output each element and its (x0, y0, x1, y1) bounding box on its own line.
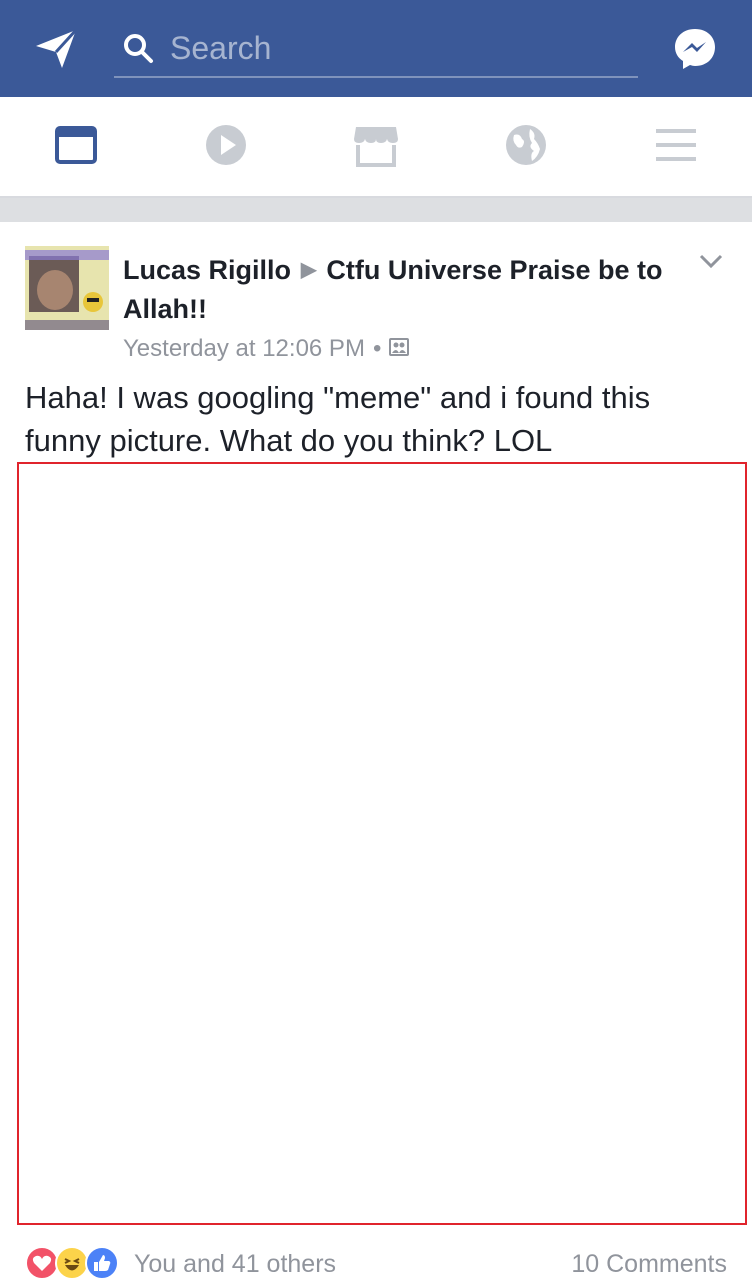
feed-divider (0, 198, 752, 222)
love-reaction-icon (25, 1246, 59, 1280)
feed-post: Lucas Rigillo ▶ Ctfu Universe Praise be to… (0, 222, 752, 1285)
send-icon[interactable] (32, 24, 80, 72)
tab-news-feed[interactable] (52, 123, 100, 171)
globe-notifications-icon (504, 123, 548, 172)
reaction-icons[interactable] (25, 1244, 119, 1282)
marketplace-icon (352, 123, 400, 172)
author-name[interactable]: Lucas Rigillo (123, 255, 291, 285)
video-play-icon (204, 123, 248, 172)
haha-reaction-icon (55, 1246, 89, 1280)
search-bar[interactable] (114, 24, 638, 78)
chevron-down-icon[interactable] (694, 244, 728, 278)
post-timestamp[interactable]: Yesterday at 12:06 PM (123, 335, 365, 363)
tab-menu[interactable] (652, 123, 700, 171)
avatar[interactable] (25, 246, 109, 330)
reactions-summary[interactable]: You and 41 others (134, 1250, 336, 1279)
post-meta: Yesterday at 12:06 PM • (123, 335, 683, 363)
tab-video[interactable] (202, 123, 250, 171)
tab-bar (0, 97, 752, 198)
messenger-icon[interactable] (672, 26, 718, 72)
news-feed-icon (54, 125, 98, 170)
menu-icon (654, 127, 698, 168)
comments-count[interactable]: 10 Comments (571, 1250, 727, 1279)
arrow-right-icon: ▶ (301, 259, 317, 281)
like-reaction-icon (85, 1246, 119, 1280)
top-bar (0, 0, 752, 97)
search-input[interactable] (170, 26, 610, 70)
group-privacy-icon (389, 335, 410, 363)
meta-separator: • (372, 335, 382, 362)
post-header: Lucas Rigillo ▶ Ctfu Universe Praise be to… (123, 252, 683, 363)
post-image[interactable] (17, 462, 747, 1225)
post-footer: You and 41 others 10 Comments (0, 1244, 752, 1285)
tab-notifications[interactable] (502, 123, 550, 171)
tab-marketplace[interactable] (352, 123, 400, 171)
post-text: Haha! I was googling "meme" and i found … (25, 380, 651, 458)
search-icon (122, 32, 154, 64)
post-title: Lucas Rigillo ▶ Ctfu Universe Praise be to… (123, 252, 683, 327)
